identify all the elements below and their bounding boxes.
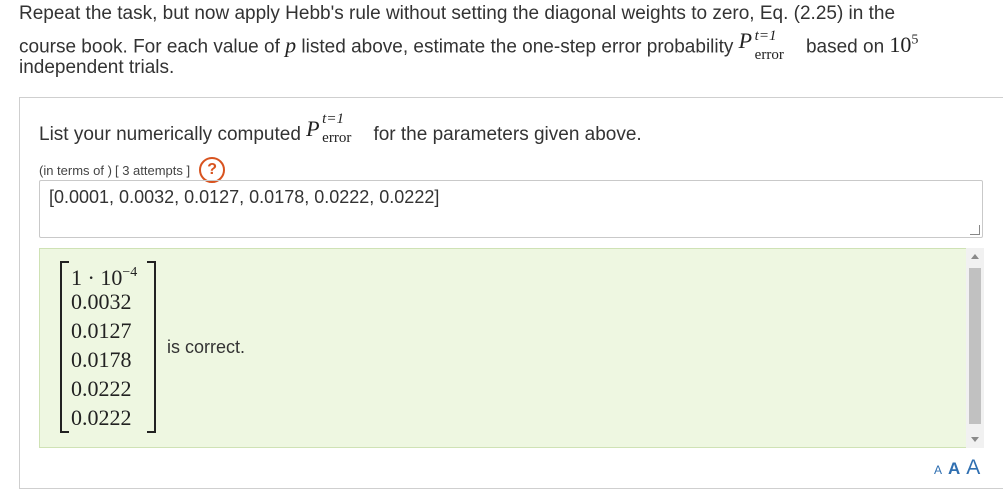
matrix-entry-5: 0.0222 [71, 376, 132, 401]
error-probability-symbol: Pt=1 error [306, 111, 368, 146]
prompt-pre: List your numerically computed [39, 124, 307, 145]
symbol-P: P [306, 116, 320, 141]
matrix-entry-1-mantissa: 1 · 10 [71, 265, 123, 290]
attempts-count: [ 3 attempts ] [114, 162, 191, 178]
scrollbar-thumb[interactable] [969, 268, 981, 424]
answer-value: [0.0001, 0.0032, 0.0127, 0.0178, 0.0222,… [49, 187, 440, 207]
matrix-entry-4: 0.0178 [71, 347, 132, 372]
intro-line-2: course book. For each value of p listed … [19, 27, 979, 63]
variable-p: p [285, 32, 297, 58]
scroll-up-arrow-icon[interactable] [971, 254, 979, 259]
trials-exponent: 5 [911, 33, 919, 48]
font-size-small-button[interactable]: A [934, 463, 942, 477]
symbol-subscript: error [754, 47, 784, 64]
matrix-right-bracket [147, 261, 156, 433]
feedback-scrollbar[interactable] [966, 248, 984, 448]
correct-message: is correct. [167, 337, 246, 357]
symbol-subscript: error [322, 130, 352, 146]
symbol-P: P [738, 28, 753, 54]
intro-line-1: Repeat the task, but now apply Hebb's ru… [19, 3, 896, 24]
answer-textarea[interactable]: [0.0001, 0.0032, 0.0127, 0.0178, 0.0222,… [39, 180, 983, 238]
question-prompt: List your numerically computed Pt=1 error… [39, 111, 642, 146]
units-hint-link[interactable]: (in terms of ) [39, 163, 112, 178]
trials-count: 105 [889, 32, 918, 57]
problem-statement: Repeat the task, but now apply Hebb's ru… [19, 0, 979, 81]
question-panel: List your numerically computed Pt=1 error… [19, 97, 1003, 489]
trials-base: 10 [889, 32, 912, 58]
font-size-large-button[interactable]: A [966, 456, 980, 480]
matrix-entry-1-exponent: −4 [122, 265, 138, 280]
intro-line-2-post: based on [800, 36, 890, 58]
matrix-left-bracket [60, 261, 69, 433]
error-probability-symbol: Pt=1 error [739, 28, 801, 63]
feedback-box: 1 · 10−4 0.0032 0.0127 0.0178 0.0222 0.0… [39, 248, 967, 448]
font-size-medium-button[interactable]: A [948, 459, 960, 479]
symbol-superscript: t=1 [322, 111, 344, 127]
resize-grip-icon[interactable] [970, 225, 980, 235]
font-size-controls: A A A [934, 456, 980, 480]
scroll-down-arrow-icon[interactable] [971, 437, 979, 442]
intro-line-2-mid: listed above, estimate the one-step erro… [296, 36, 739, 58]
matrix-entry-3: 0.0127 [71, 318, 132, 343]
answer-matrix: 1 · 10−4 0.0032 0.0127 0.0178 0.0222 0.0… [60, 259, 156, 435]
matrix-entry-1: 1 · 10−4 [71, 259, 138, 290]
matrix-entry-2: 0.0032 [71, 289, 132, 314]
prompt-post: for the parameters given above. [368, 124, 642, 145]
intro-line-3: independent trials. [19, 57, 175, 78]
matrix-entry-6: 0.0222 [71, 405, 132, 430]
